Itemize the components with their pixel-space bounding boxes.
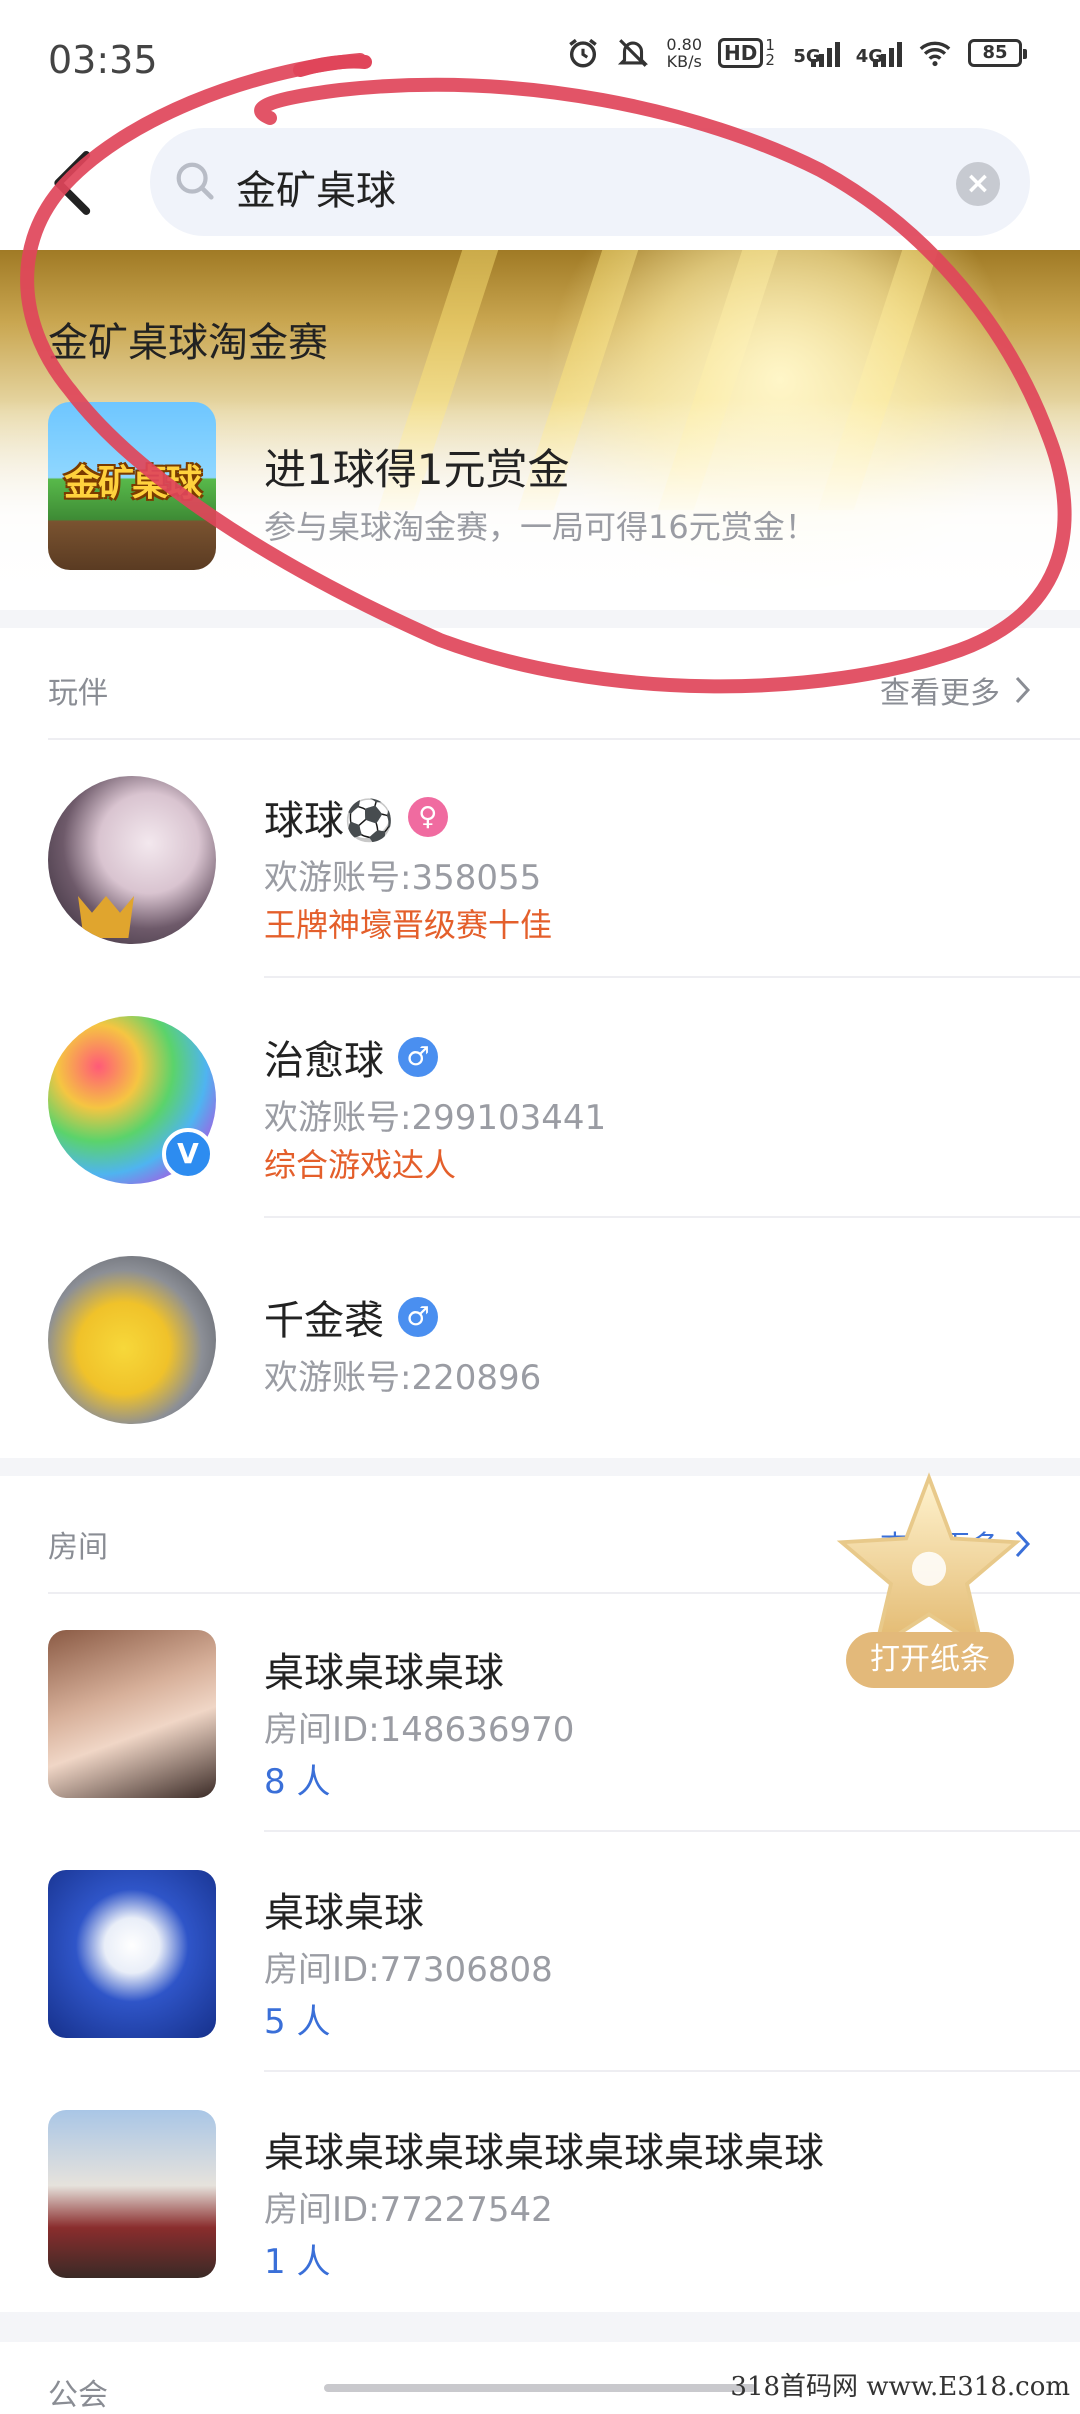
divider [264, 1830, 1080, 1832]
signal-bars-icon [873, 39, 902, 67]
clear-search-icon[interactable]: × [956, 162, 1000, 206]
player-account: 欢游账号:299103441 [264, 1098, 607, 1138]
status-icons: 0.80 KB/s HD 1 2 5G 4G 85 [566, 36, 1027, 70]
room-row[interactable]: 桌球桌球 房间ID:77306808 5 人 [0, 1834, 1080, 2074]
net-speed-unit: KB/s [666, 52, 702, 71]
chevron-right-icon [1015, 676, 1031, 704]
hd-sub: 1 2 [765, 36, 775, 69]
players-section-title: 玩伴 [48, 676, 108, 711]
room-member-count: 1 人 [264, 2242, 331, 2282]
back-arrow-icon[interactable] [44, 148, 104, 218]
players-more-link[interactable]: 查看更多 [880, 668, 1032, 712]
player-name-text: 球球⚽ [264, 798, 394, 844]
player-tag: 综合游戏达人 [264, 1146, 457, 1184]
players-more-label: 查看更多 [880, 676, 1000, 711]
room-member-count: 5 人 [264, 2002, 331, 2042]
avatar [48, 776, 216, 944]
banner-headline: 进1球得1元赏金 [264, 445, 570, 494]
room-id: 房间ID:77306808 [264, 1950, 553, 1990]
female-icon: ♀ [407, 797, 448, 837]
avatar [48, 1256, 216, 1424]
battery-indicator: 85 [968, 39, 1027, 67]
player-row[interactable]: V 治愈球 ♂ 欢游账号:299103441 综合游戏达人 [0, 980, 1080, 1220]
hd-indicator: HD 1 2 [718, 38, 777, 68]
banner-subtitle: 参与桌球淘金赛，一局可得16元赏金！ [264, 508, 817, 546]
room-id: 房间ID:148636970 [264, 1710, 575, 1750]
hd-label: HD [718, 38, 764, 68]
open-note-button[interactable]: 打开纸条 [846, 1632, 1014, 1688]
divider [264, 1216, 1080, 1218]
player-account: 欢游账号:358055 [264, 858, 542, 898]
net-speed: 0.80 KB/s [666, 36, 702, 70]
status-time: 03:35 [48, 38, 158, 82]
signal-5g: 5G [793, 39, 840, 67]
male-icon: ♂ [398, 1037, 438, 1077]
player-name: 球球⚽ ♀ [264, 788, 448, 846]
section-gap [0, 2312, 1080, 2342]
room-id: 房间ID:77227542 [264, 2190, 553, 2230]
alarm-icon [569, 38, 598, 68]
room-thumbnail [48, 1870, 216, 2038]
player-name-text: 千金裘 [264, 1298, 384, 1344]
rooms-section-title: 房间 [48, 1530, 108, 1565]
player-name-text: 治愈球 [264, 1038, 384, 1084]
guild-section-title: 公会 [48, 2378, 108, 2413]
wifi-icon [919, 41, 951, 67]
search-input[interactable]: 金矿桌球 × [150, 128, 1030, 236]
male-icon: ♂ [398, 1297, 438, 1337]
room-member-count: 8 人 [264, 1762, 331, 1802]
divider [264, 2070, 1080, 2072]
search-query[interactable]: 金矿桌球 [236, 158, 396, 216]
watermark: 318首码网 www.E318.com [730, 2372, 1070, 2402]
section-gap [0, 610, 1080, 628]
room-name: 桌球桌球 [264, 1890, 424, 1936]
rank-badge-icon [78, 896, 134, 938]
game-banner[interactable]: 金矿桌球淘金赛 金矿桌球 进1球得1元赏金 参与桌球淘金赛，一局可得16元赏金！ [0, 250, 1080, 610]
search-icon [176, 162, 214, 200]
player-row[interactable]: 千金裘 ♂ 欢游账号:220896 [0, 1220, 1080, 1460]
verified-icon: V [162, 1128, 214, 1180]
player-name: 治愈球 ♂ [264, 1028, 438, 1086]
room-name: 桌球桌球桌球桌球桌球桌球桌球 [264, 2130, 824, 2176]
player-account: 欢游账号:220896 [264, 1358, 542, 1398]
room-name: 桌球桌球桌球 [264, 1650, 504, 1696]
mute-bell-icon [618, 39, 649, 67]
room-thumbnail [48, 2110, 216, 2278]
player-name: 千金裘 ♂ [264, 1288, 438, 1346]
divider [264, 976, 1080, 978]
home-indicator[interactable] [324, 2384, 756, 2392]
room-thumbnail [48, 1630, 216, 1798]
banner-title: 金矿桌球淘金赛 [48, 320, 328, 366]
signal-4g: 4G [856, 39, 902, 67]
signal-bars-icon [810, 39, 840, 67]
game-icon[interactable]: 金矿桌球 [48, 402, 216, 570]
search-header: 金矿桌球 × [0, 120, 1080, 250]
game-logo-text: 金矿桌球 [63, 463, 202, 504]
player-tag: 王牌神壕晋级赛十佳 [264, 906, 553, 944]
status-bar: 03:35 0.80 KB/s HD 1 2 5G 4G 85 [0, 0, 1080, 120]
room-row[interactable]: 桌球桌球桌球桌球桌球桌球桌球 房间ID:77227542 1 人 [0, 2074, 1080, 2314]
player-row[interactable]: 球球⚽ ♀ 欢游账号:358055 王牌神壕晋级赛十佳 [0, 740, 1080, 980]
